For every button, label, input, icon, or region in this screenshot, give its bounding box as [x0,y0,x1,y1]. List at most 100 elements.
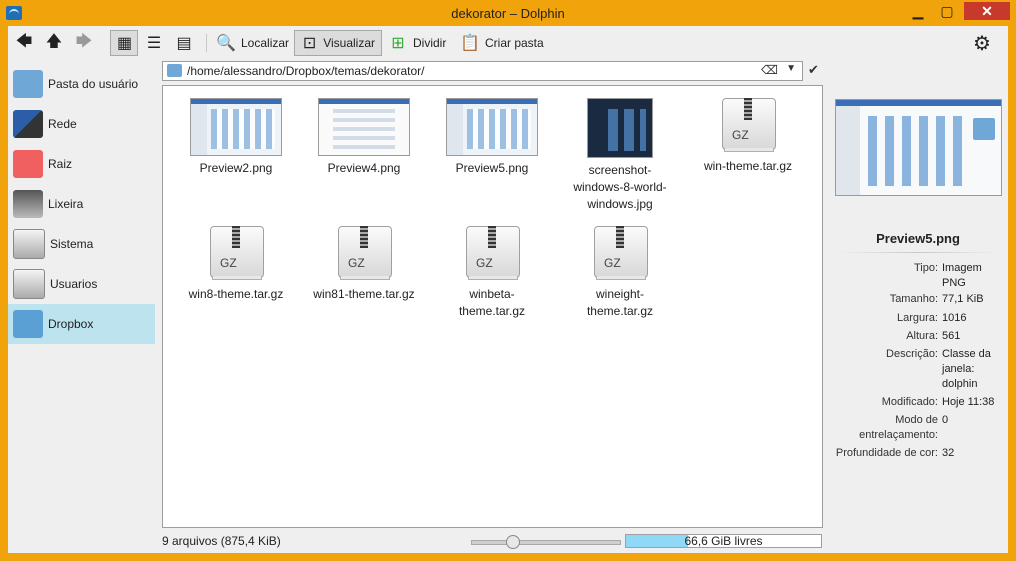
trash-icon [13,190,43,218]
info-key: Modificado: [881,396,938,408]
file-item[interactable]: GZ winbeta-theme.tar.gz [437,226,547,320]
split-icon: ⊞ [391,35,405,52]
home-folder-icon [13,70,43,98]
new-folder-button[interactable]: 📋 Criar pasta [460,30,544,56]
image-thumbnail [587,98,653,158]
image-thumbnail [318,98,410,156]
info-value: 32 [942,447,955,459]
main-toolbar: 🡄 🡅 🡆 ▦ ☰ ▤ 🔍 Localizar ⊡ Visualizar ⊞ Divi… [8,26,1008,60]
info-value: Imagem PNG [942,262,982,289]
info-key: Altura: [906,330,938,342]
file-name: Preview4.png [327,161,401,175]
info-value: 77,1 KiB [942,293,984,305]
archive-type-label: GZ [732,128,749,142]
file-item[interactable]: GZ win8-theme.tar.gz [181,226,291,303]
sidebar-item-dropbox[interactable]: Dropbox [8,304,155,344]
file-view[interactable]: Preview2.png Preview4.png Preview5.png s… [162,85,823,528]
image-thumbnail [446,98,538,156]
archive-type-label: GZ [220,256,237,270]
info-divider [838,252,998,253]
forward-arrow-icon: 🡆 [75,32,93,50]
up-arrow-icon: 🡅 [45,32,63,50]
sidebar-item-system[interactable]: Sistema [8,224,155,264]
network-icon [13,110,43,138]
info-value: Classe da janela: dolphin [942,348,991,390]
info-value: Hoje 11:38 [942,396,995,408]
sidebar-item-label: Raiz [48,157,73,171]
close-button[interactable]: ✕ [964,2,1010,20]
sidebar-item-label: Usuarios [50,277,98,291]
settings-button[interactable]: ⚙ [972,30,992,56]
archive-type-label: GZ [476,256,493,270]
window-title: dekorator – Dolphin [451,6,565,21]
file-item[interactable]: GZ wineight-theme.tar.gz [565,226,675,320]
status-bar: 9 arquivos (875,4 KiB) 66,6 GiB livres [162,532,823,550]
search-icon: 🔍 [216,35,236,52]
file-name: wineight-theme.tar.gz [586,287,654,318]
clipboard-icon: 📋 [460,35,480,52]
sidebar-item-users[interactable]: Usuarios [8,264,155,304]
new-folder-label: Criar pasta [485,36,544,50]
zoom-slider-handle[interactable] [506,535,520,549]
clear-location-icon[interactable]: ⌫ [761,63,778,77]
status-summary: 9 arquivos (875,4 KiB) [162,534,281,548]
back-button[interactable]: 🡄 [14,30,34,56]
archive-icon: GZ [208,226,264,282]
file-name: Preview5.png [455,161,529,175]
file-item[interactable]: Preview2.png [181,98,291,177]
info-key: Tamanho: [889,293,938,305]
sidebar-item-label: Pasta do usuário [48,77,139,91]
sidebar-item-network[interactable]: Rede [8,104,155,144]
root-folder-icon [13,150,43,178]
archive-icon: GZ [720,98,776,154]
split-button[interactable]: ⊞ Dividir [388,30,446,56]
file-item[interactable]: GZ win-theme.tar.gz [693,98,803,175]
compact-view-button[interactable]: ▤ [174,30,194,56]
location-input[interactable]: /home/alessandro/Dropbox/temas/dekorator… [187,64,424,78]
sidebar-item-label: Sistema [50,237,94,251]
sidebar-item-root[interactable]: Raiz [8,144,155,184]
sidebar-item-label: Dropbox [48,317,94,331]
split-label: Dividir [413,36,447,50]
file-item[interactable]: GZ win81-theme.tar.gz [309,226,419,303]
toolbar-separator [206,34,207,52]
free-space-bar: 66,6 GiB livres [625,534,822,548]
info-file-title: Preview5.png [876,231,960,246]
title-bar[interactable]: dekorator – Dolphin ▁ ▢ ✕ [0,0,1016,26]
chevron-down-icon[interactable]: ▼ [786,63,796,74]
archive-icon: GZ [592,226,648,282]
file-name: winbeta-theme.tar.gz [458,287,526,318]
file-item[interactable]: Preview4.png [309,98,419,177]
folder-icon [167,64,182,77]
sidebar-item-label: Lixeira [48,197,84,211]
find-button[interactable]: 🔍 Localizar [216,30,289,56]
information-panel: Preview5.png Tipo: Imagem PNG Tamanho: 77,… [830,86,1006,546]
gear-icon: ⚙ [973,32,991,55]
info-key: Descrição: [886,348,938,360]
maximize-button[interactable]: ▢ [934,2,960,20]
file-item[interactable]: Preview5.png [437,98,547,177]
icons-view-button[interactable]: ▦ [110,30,138,56]
zoom-slider[interactable] [471,535,621,549]
window-client: 🡄 🡅 🡆 ▦ ☰ ▤ 🔍 Localizar ⊡ Visualizar ⊞ Divi… [8,26,1008,553]
sidebar-item-label: Rede [48,117,77,131]
info-key: Tipo: [913,262,938,274]
archive-icon: GZ [464,226,520,282]
file-item[interactable]: screenshot-windows-8-world-windows.jpg [565,98,675,213]
sidebar-item-home[interactable]: Pasta do usuário [8,64,155,104]
sidebar-item-trash[interactable]: Lixeira [8,184,155,224]
minimize-button[interactable]: ▁ [905,2,931,20]
find-label: Localizar [241,36,290,50]
file-name: win8-theme.tar.gz [188,287,284,301]
location-bar[interactable]: /home/alessandro/Dropbox/temas/dekorator… [162,61,803,81]
file-name: Preview2.png [199,161,273,175]
forward-button[interactable]: 🡆 [74,30,94,56]
dropbox-folder-icon [13,310,43,338]
details-view-button[interactable]: ☰ [144,30,164,56]
preview-image [835,99,1002,196]
info-key: Profundidade de cor: [835,447,938,459]
back-arrow-icon: 🡄 [15,32,33,50]
up-button[interactable]: 🡅 [44,30,64,56]
checkmark-icon[interactable]: ✔ [808,62,819,78]
preview-button[interactable]: ⊡ Visualizar [294,30,382,56]
